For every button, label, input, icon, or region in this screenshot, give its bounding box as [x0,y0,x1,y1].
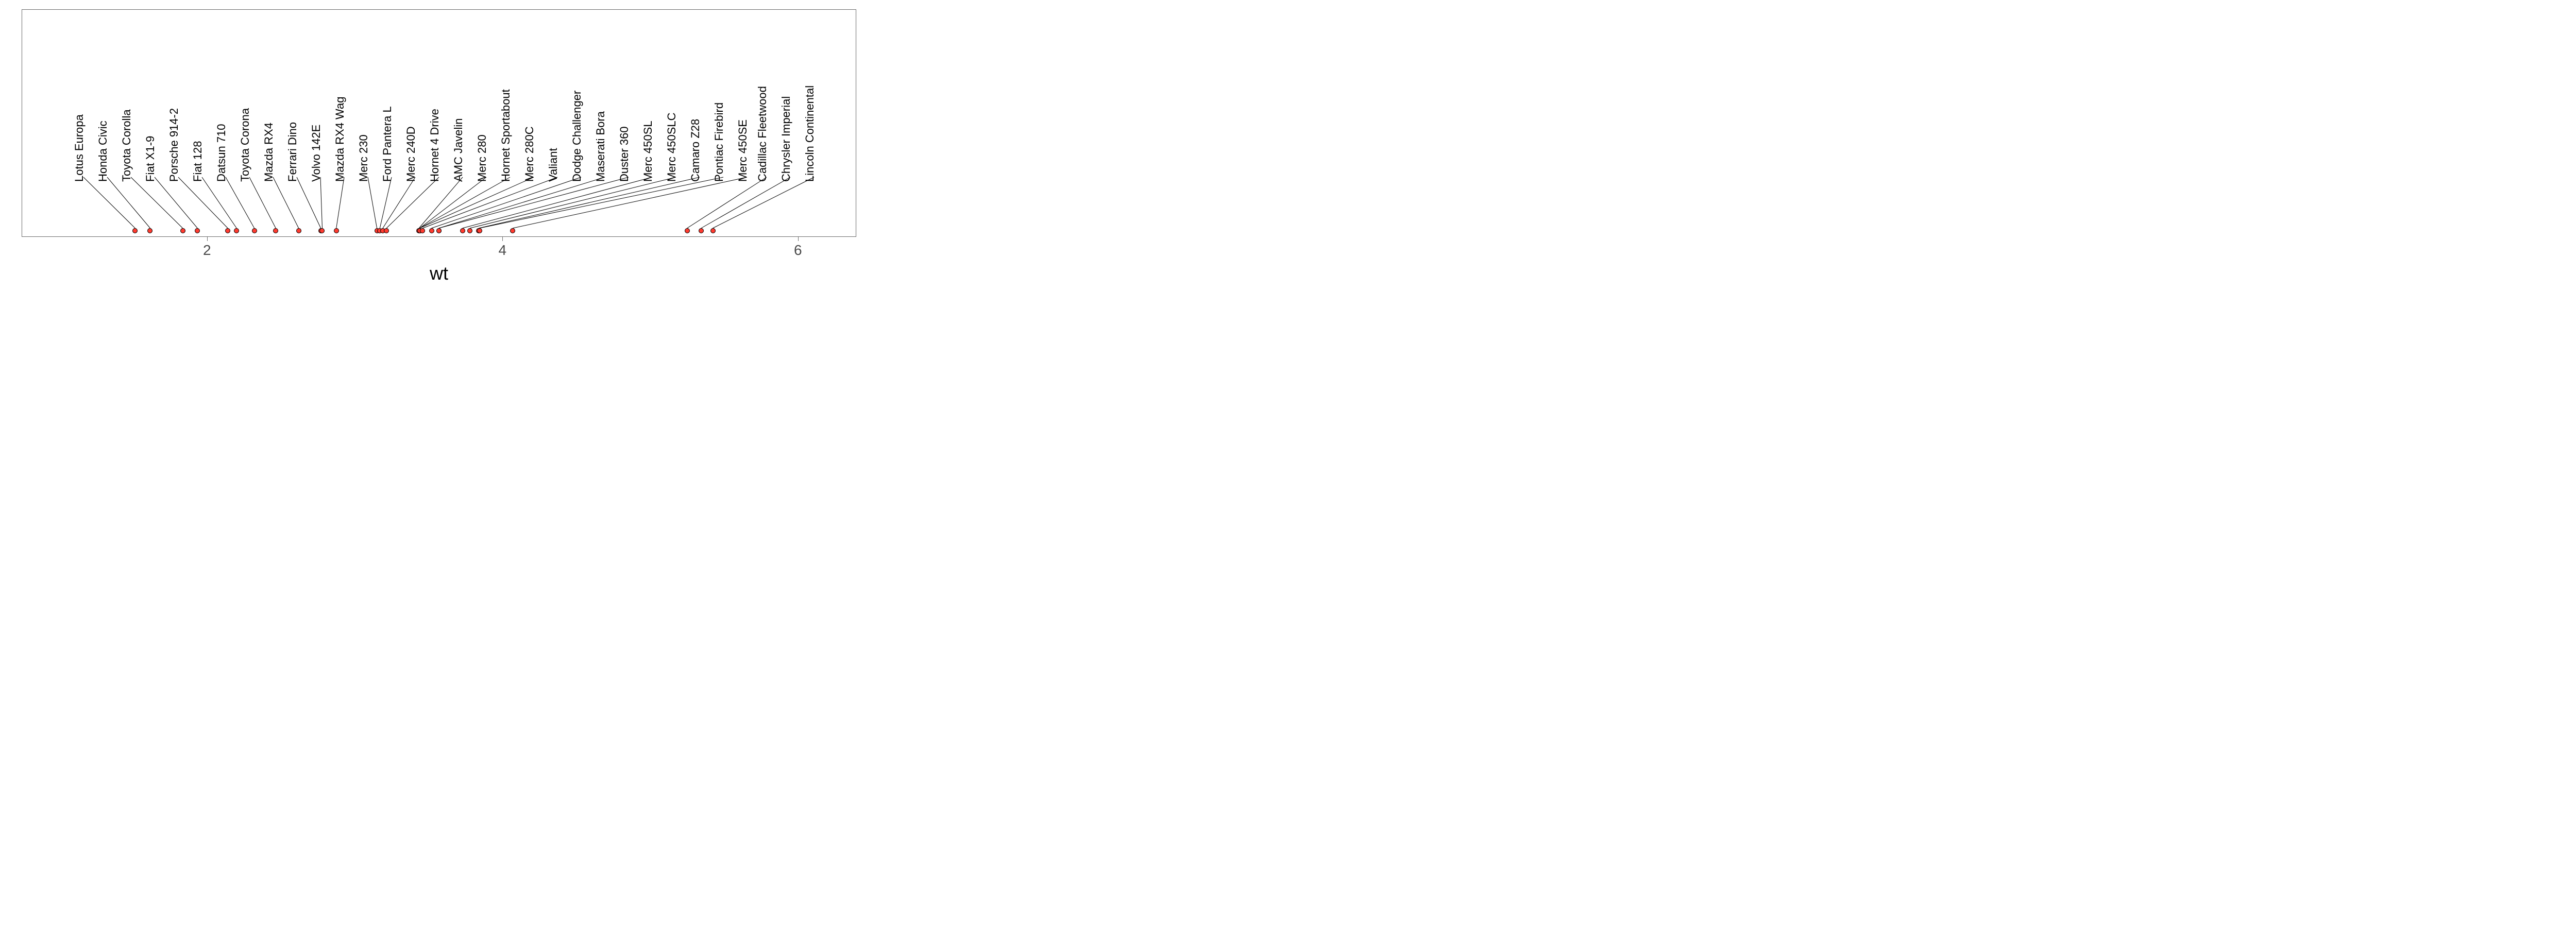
data-label: Merc 240D [404,126,418,182]
data-label: Fiat 128 [191,141,205,182]
data-label: Toyota Corona [239,108,252,182]
data-point [334,228,339,233]
data-point [132,228,138,233]
x-tick-mark [207,237,208,241]
data-point [319,228,325,233]
data-label: Volvo 142E [310,125,323,182]
data-label: Maserati Bora [594,111,607,182]
data-point [436,228,442,233]
data-point [477,228,482,233]
data-label: Hornet 4 Drive [428,109,442,182]
data-label: Lincoln Continental [803,85,817,182]
data-point [699,228,704,233]
data-label: Chrysler Imperial [779,96,793,182]
data-label: Toyota Corolla [120,109,133,182]
x-axis-title: wt [430,263,448,284]
data-point [195,228,200,233]
data-point [273,228,278,233]
x-tick-mark [502,237,503,241]
x-tick-label: 2 [203,242,211,259]
data-label: Datsun 710 [215,124,228,182]
data-label: Honda Civic [96,121,110,182]
data-point [510,228,515,233]
data-label: Merc 450SE [736,119,750,182]
chart-canvas: Lotus Europa Honda Civic Toyota Corolla Fia… [0,0,927,309]
data-label: Merc 280 [476,134,489,182]
data-point [467,228,472,233]
data-label: Mazda RX4 Wag [333,97,347,182]
x-tick-mark [798,237,799,241]
data-label: Fiat X1-9 [144,136,157,182]
data-label: Merc 280C [523,126,536,182]
data-label: Valiant [547,148,560,182]
data-point [225,228,230,233]
x-tick-label: 6 [794,242,802,259]
data-point [180,228,185,233]
data-point [252,228,257,233]
data-point [234,228,239,233]
data-label: Lotus Europa [73,114,86,182]
data-label: Ford Pantera L [381,106,394,182]
data-label: Ferrari Dino [286,122,299,182]
data-label: Duster 360 [618,126,631,182]
data-point [460,228,465,233]
data-point [710,228,716,233]
data-point [429,228,434,233]
x-tick-label: 4 [498,242,506,259]
data-label: AMC Javelin [452,118,465,182]
data-label: Camaro Z28 [689,119,702,182]
data-point [420,228,425,233]
data-label: Cadillac Fleetwood [756,86,769,182]
data-label: Mazda RX4 [262,123,276,182]
data-label: Hornet Sportabout [499,89,513,182]
data-point [685,228,690,233]
data-point [147,228,152,233]
data-label: Merc 450SLC [665,112,679,182]
data-point [296,228,301,233]
data-label: Pontiac Firebird [713,102,726,182]
data-point [384,228,389,233]
data-label: Dodge Challenger [570,91,584,182]
data-label: Merc 450SL [641,121,655,182]
data-label: Porsche 914-2 [167,108,181,182]
data-label: Merc 230 [357,134,370,182]
